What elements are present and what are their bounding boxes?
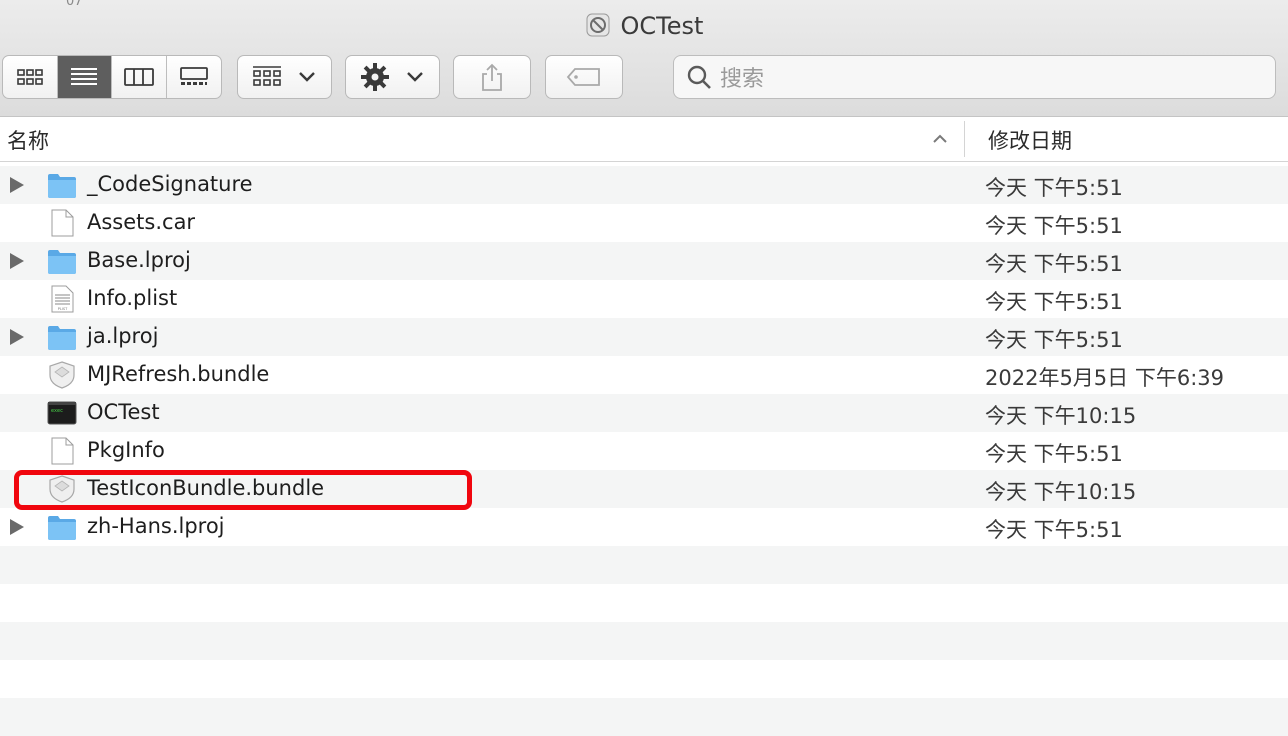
file-row[interactable]: MJRefresh.bundle 2022年5月5日 下午6:39: [0, 356, 1288, 394]
modified-date: 今天 下午5:51: [985, 328, 1123, 352]
date-column-header[interactable]: 修改日期: [988, 125, 1072, 155]
gear-icon: [360, 63, 389, 91]
modified-date: 今天 下午10:15: [985, 480, 1137, 504]
name-column-header[interactable]: 名称: [7, 125, 49, 155]
modified-date: 2022年5月5日 下午6:39: [985, 366, 1224, 390]
file-row[interactable]: PLIST Info.plist 今天 下午5:51: [0, 280, 1288, 318]
modified-date: 今天 下午10:15: [985, 404, 1137, 428]
window-title: OCTest: [0, 12, 1288, 40]
chevron-down-icon: [298, 72, 315, 82]
file-name: _CodeSignature: [87, 172, 253, 196]
search-icon: [687, 65, 711, 89]
document-icon: [51, 437, 74, 465]
folder-icon: [48, 516, 76, 540]
svg-text:exec: exec: [51, 408, 63, 414]
folder-icon: [48, 326, 76, 350]
view-mode-segmented-control: [2, 55, 222, 99]
column-header: 名称 修改日期: [0, 117, 1288, 162]
file-row[interactable]: Base.lproj 今天 下午5:51: [0, 242, 1288, 280]
action-menu-button[interactable]: [345, 55, 440, 99]
empty-row: [0, 622, 1288, 660]
file-name: PkgInfo: [87, 438, 165, 462]
toolbar: 07 OCTest 搜索: [0, 0, 1288, 117]
file-row[interactable]: PkgInfo 今天 下午5:51: [0, 432, 1288, 470]
list-icon: [71, 68, 98, 85]
modified-date: 今天 下午5:51: [985, 214, 1123, 238]
file-row[interactable]: zh-Hans.lproj 今天 下午5:51: [0, 508, 1288, 546]
icon-view-button[interactable]: [3, 56, 58, 98]
bundle-icon: [49, 361, 75, 389]
modified-date: 今天 下午5:51: [985, 442, 1123, 466]
modified-date: 今天 下午5:51: [985, 252, 1123, 276]
search-field[interactable]: 搜索: [673, 55, 1276, 99]
gallery-icon: [179, 67, 208, 85]
tag-icon: [566, 68, 600, 86]
folder-icon: [48, 250, 76, 274]
search-placeholder: 搜索: [720, 67, 765, 92]
empty-row: [0, 546, 1288, 584]
file-row[interactable]: exec OCTest 今天 下午10:15: [0, 394, 1288, 432]
folder-icon: [48, 174, 76, 198]
file-name: zh-Hans.lproj: [87, 514, 225, 538]
column-view-button[interactable]: [112, 56, 167, 98]
svg-text:PLIST: PLIST: [58, 307, 68, 311]
plist-icon: PLIST: [51, 285, 74, 313]
tags-button[interactable]: [545, 55, 623, 99]
gallery-view-button[interactable]: [167, 56, 222, 98]
file-row[interactable]: Assets.car 今天 下午5:51: [0, 204, 1288, 242]
share-button[interactable]: [453, 55, 531, 99]
terminal-icon: exec: [47, 401, 77, 425]
file-name: Base.lproj: [87, 248, 191, 272]
empty-row: [0, 660, 1288, 698]
highlight-box: [14, 470, 472, 510]
empty-row: [0, 698, 1288, 736]
app-disabled-icon: [586, 13, 610, 37]
stray-text: 07: [66, 0, 83, 9]
disclosure-triangle-icon[interactable]: [10, 253, 24, 269]
columns-icon: [123, 68, 154, 86]
file-name: MJRefresh.bundle: [87, 362, 270, 386]
column-divider[interactable]: [964, 121, 965, 157]
disclosure-triangle-icon[interactable]: [10, 329, 24, 345]
modified-date: 今天 下午5:51: [985, 518, 1123, 542]
group-by-icon: [252, 66, 281, 86]
file-row[interactable]: _CodeSignature 今天 下午5:51: [0, 166, 1288, 204]
file-row[interactable]: ja.lproj 今天 下午5:51: [0, 318, 1288, 356]
file-name: OCTest: [87, 400, 160, 424]
disclosure-triangle-icon[interactable]: [10, 177, 24, 193]
file-name: ja.lproj: [87, 324, 159, 348]
chevron-down-icon: [406, 72, 423, 82]
grid-icon: [16, 69, 43, 85]
file-name: Assets.car: [87, 210, 196, 234]
document-icon: [51, 209, 74, 237]
file-name: Info.plist: [87, 286, 178, 310]
sort-ascending-icon[interactable]: [930, 129, 950, 149]
disclosure-triangle-icon[interactable]: [10, 519, 24, 535]
modified-date: 今天 下午5:51: [985, 176, 1123, 200]
share-icon: [482, 63, 502, 91]
modified-date: 今天 下午5:51: [985, 290, 1123, 314]
empty-row: [0, 584, 1288, 622]
group-by-button[interactable]: [237, 55, 332, 99]
window-title-text: OCTest: [620, 12, 704, 40]
list-view-button[interactable]: [57, 56, 112, 98]
